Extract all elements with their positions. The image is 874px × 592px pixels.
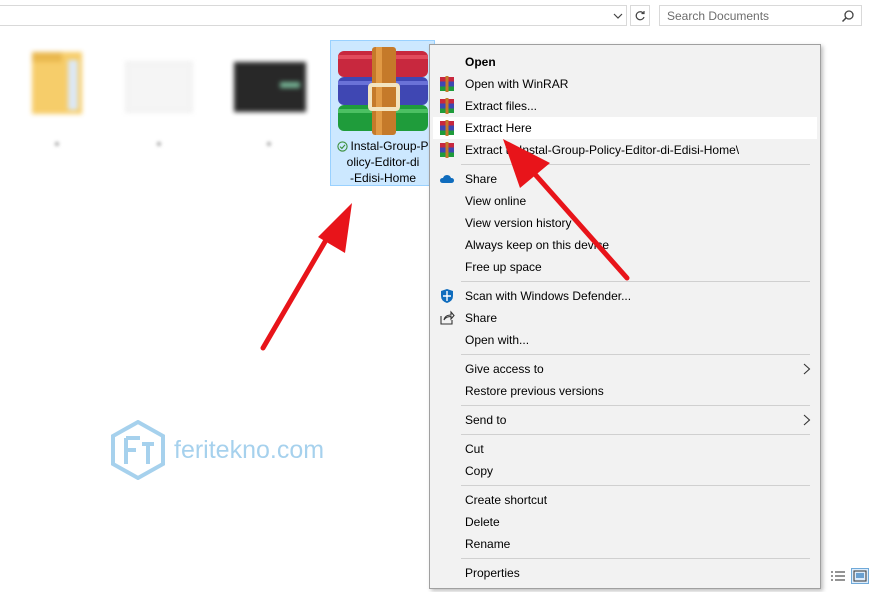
file-item-folder[interactable]: ●	[8, 40, 106, 186]
menu-item-share-onedrive[interactable]: Share	[433, 168, 817, 190]
details-view-button[interactable]	[829, 568, 847, 584]
onedrive-cloud-icon	[440, 175, 454, 183]
image-thumbnail-icon	[234, 62, 306, 112]
menu-separator	[461, 281, 810, 282]
arrow-head-icon	[318, 203, 352, 253]
details-view-icon	[831, 571, 845, 581]
annotation-arrow-file	[260, 225, 336, 351]
winrar-icon	[440, 142, 454, 158]
feritekno-logo-icon	[111, 420, 165, 480]
search-icon[interactable]	[841, 9, 855, 23]
file-item-image[interactable]: ●	[220, 40, 318, 186]
address-dropdown-button[interactable]	[611, 9, 625, 23]
large-icons-view-button[interactable]	[851, 568, 869, 584]
defender-shield-icon	[441, 289, 453, 303]
winrar-icon	[440, 120, 454, 136]
menu-item-always-keep[interactable]: Always keep on this device	[433, 234, 817, 256]
menu-item-give-access-to[interactable]: Give access to	[433, 358, 817, 380]
document-thumbnail-icon	[125, 61, 193, 113]
folder-icon	[32, 52, 82, 114]
watermark-text: feritekno.com	[174, 435, 325, 464]
address-bar[interactable]	[0, 5, 627, 26]
file-item-document[interactable]: ●	[110, 40, 208, 186]
search-input[interactable]	[660, 6, 842, 25]
menu-item-open[interactable]: Open	[433, 51, 817, 73]
winrar-archive-icon	[338, 47, 428, 135]
large-icons-view-icon	[853, 570, 867, 582]
winrar-icon	[440, 76, 454, 92]
menu-separator	[461, 164, 810, 165]
search-box[interactable]	[659, 5, 862, 26]
refresh-icon	[635, 10, 645, 20]
menu-item-view-version-history[interactable]: View version history	[433, 212, 817, 234]
menu-item-restore-previous-versions[interactable]: Restore previous versions	[433, 380, 817, 402]
menu-separator	[461, 558, 810, 559]
menu-item-rename[interactable]: Rename	[433, 533, 817, 555]
chevron-down-icon	[613, 13, 623, 19]
chevron-right-icon	[803, 363, 811, 375]
menu-item-view-online[interactable]: View online	[433, 190, 817, 212]
menu-item-cut[interactable]: Cut	[433, 438, 817, 460]
menu-item-properties[interactable]: Properties	[433, 562, 817, 584]
menu-separator	[461, 405, 810, 406]
menu-item-scan-defender[interactable]: Scan with Windows Defender...	[433, 285, 817, 307]
menu-item-create-shortcut[interactable]: Create shortcut	[433, 489, 817, 511]
refresh-button[interactable]	[630, 5, 650, 26]
menu-item-send-to[interactable]: Send to	[433, 409, 817, 431]
menu-item-delete[interactable]: Delete	[433, 511, 817, 533]
context-menu: Open Open with WinRAR Extract files... E…	[429, 44, 821, 589]
selected-file-label: Instal-Group-P olicy-Editor-di -Edisi-Ho…	[333, 138, 433, 186]
menu-item-open-with[interactable]: Open with...	[433, 329, 817, 351]
menu-item-copy[interactable]: Copy	[433, 460, 817, 482]
synced-check-icon	[337, 141, 349, 152]
menu-separator	[461, 485, 810, 486]
winrar-icon	[440, 98, 454, 114]
share-icon	[440, 310, 455, 325]
menu-separator	[461, 434, 810, 435]
menu-item-free-up-space[interactable]: Free up space	[433, 256, 817, 278]
menu-item-extract-to-folder[interactable]: Extract to Instal-Group-Policy-Editor-di…	[433, 139, 817, 161]
menu-item-share[interactable]: Share	[433, 307, 817, 329]
chevron-right-icon	[803, 414, 811, 426]
menu-item-open-with-winrar[interactable]: Open with WinRAR	[433, 73, 817, 95]
menu-separator	[461, 354, 810, 355]
selected-file-item[interactable]: Instal-Group-P olicy-Editor-di -Edisi-Ho…	[330, 40, 435, 186]
menu-item-extract-files[interactable]: Extract files...	[433, 95, 817, 117]
menu-item-extract-here[interactable]: Extract Here	[433, 117, 817, 139]
watermark: feritekno.com	[110, 420, 324, 480]
